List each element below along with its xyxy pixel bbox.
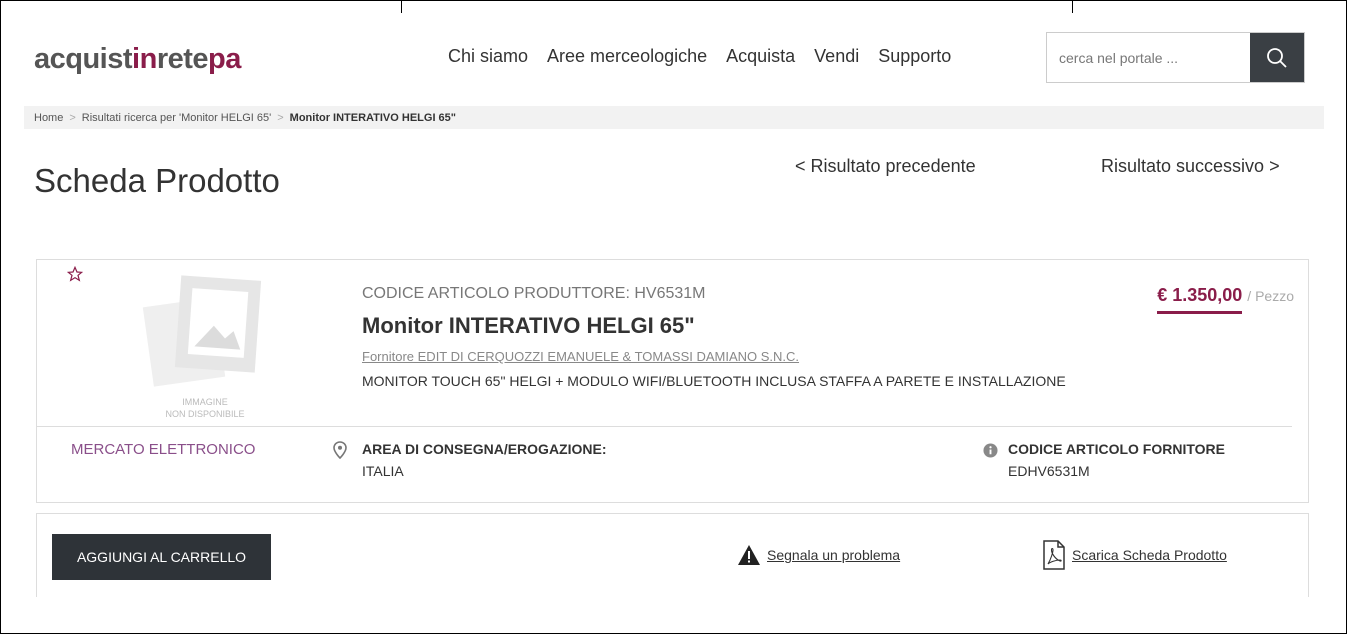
nav-acquista[interactable]: Acquista xyxy=(726,46,795,67)
supplier-code-title: CODICE ARTICOLO FORNITORE xyxy=(1008,441,1225,457)
logo-text: in xyxy=(132,43,157,75)
nav-chi-siamo[interactable]: Chi siamo xyxy=(448,46,528,67)
product-description: MONITOR TOUCH 65" HELGI + MODULO WIFI/BL… xyxy=(362,373,1066,389)
search-box xyxy=(1046,32,1305,83)
supplier-code-value: EDHV6531M xyxy=(1008,463,1090,479)
product-price: € 1.350,00 / Pezzo xyxy=(1157,285,1294,314)
supplier-link[interactable]: Fornitore EDIT DI CERQUOZZI EMANUELE & T… xyxy=(362,349,799,364)
info-icon xyxy=(983,443,998,458)
pdf-icon xyxy=(1043,540,1065,570)
download-datasheet-link[interactable]: Scarica Scheda Prodotto xyxy=(1042,540,1227,570)
product-card: IMMAGINE NON DISPONIBILE CODICE ARTICOLO… xyxy=(36,259,1309,503)
product-name: Monitor INTERATIVO HELGI 65" xyxy=(362,313,695,338)
logo-text: rete xyxy=(156,43,209,75)
previous-result-link[interactable]: < Risultato precedente xyxy=(795,156,976,177)
download-datasheet-label: Scarica Scheda Prodotto xyxy=(1072,547,1227,563)
logo-text: acquist xyxy=(34,43,133,75)
image-placeholder-icon xyxy=(142,275,262,387)
price-unit: / Pezzo xyxy=(1247,288,1294,304)
page-title: Scheda Prodotto xyxy=(34,162,280,199)
add-to-cart-button[interactable]: AGGIUNGI AL CARRELLO xyxy=(52,534,271,580)
breadcrumb: Home > Risultati ricerca per 'Monitor HE… xyxy=(24,106,1324,129)
breadcrumb-home[interactable]: Home xyxy=(34,112,63,124)
favorite-star-icon[interactable] xyxy=(67,266,83,282)
nav-vendi[interactable]: Vendi xyxy=(814,46,859,67)
image-unavailable-line: NON DISPONIBILE xyxy=(165,409,245,419)
breadcrumb-separator: > xyxy=(277,111,284,124)
image-unavailable-label: IMMAGINE NON DISPONIBILE xyxy=(130,396,280,420)
breadcrumb-current: Monitor INTERATIVO HELGI 65" xyxy=(289,111,457,124)
search-icon xyxy=(1267,47,1287,68)
search-input[interactable] xyxy=(1047,33,1251,82)
frame-divider xyxy=(1072,1,1073,13)
next-result-link[interactable]: Risultato successivo > xyxy=(1101,156,1280,177)
main-nav: Chi siamo Aree merceologiche Acquista Ve… xyxy=(448,46,951,67)
logo-text: pa xyxy=(208,43,241,75)
warning-icon xyxy=(738,545,760,565)
mercato-elettronico-label: MERCATO ELETTRONICO xyxy=(71,441,256,458)
nav-aree-merceologiche[interactable]: Aree merceologiche xyxy=(547,46,707,67)
breadcrumb-results[interactable]: Risultati ricerca per 'Monitor HELGI 65' xyxy=(82,112,271,124)
price-amount: € 1.350,00 xyxy=(1157,285,1243,314)
report-problem-link[interactable]: Segnala un problema xyxy=(737,544,900,566)
frame-divider xyxy=(401,1,402,13)
nav-supporto[interactable]: Supporto xyxy=(878,46,951,67)
location-pin-icon xyxy=(333,441,347,459)
product-image-placeholder: IMMAGINE NON DISPONIBILE xyxy=(130,264,280,424)
delivery-area-title: AREA DI CONSEGNA/EROGAZIONE: xyxy=(362,441,607,457)
report-problem-label: Segnala un problema xyxy=(767,547,901,563)
site-logo[interactable]: acquistinretepa xyxy=(34,43,241,76)
search-button[interactable] xyxy=(1250,33,1304,82)
delivery-area-value: ITALIA xyxy=(362,463,404,479)
card-divider xyxy=(37,426,1292,427)
manufacturer-code: CODICE ARTICOLO PRODUTTORE: HV6531M xyxy=(362,285,706,302)
product-actions: AGGIUNGI AL CARRELLO Segnala un problema… xyxy=(36,513,1309,597)
breadcrumb-separator: > xyxy=(69,111,76,124)
image-unavailable-line: IMMAGINE xyxy=(182,397,228,407)
